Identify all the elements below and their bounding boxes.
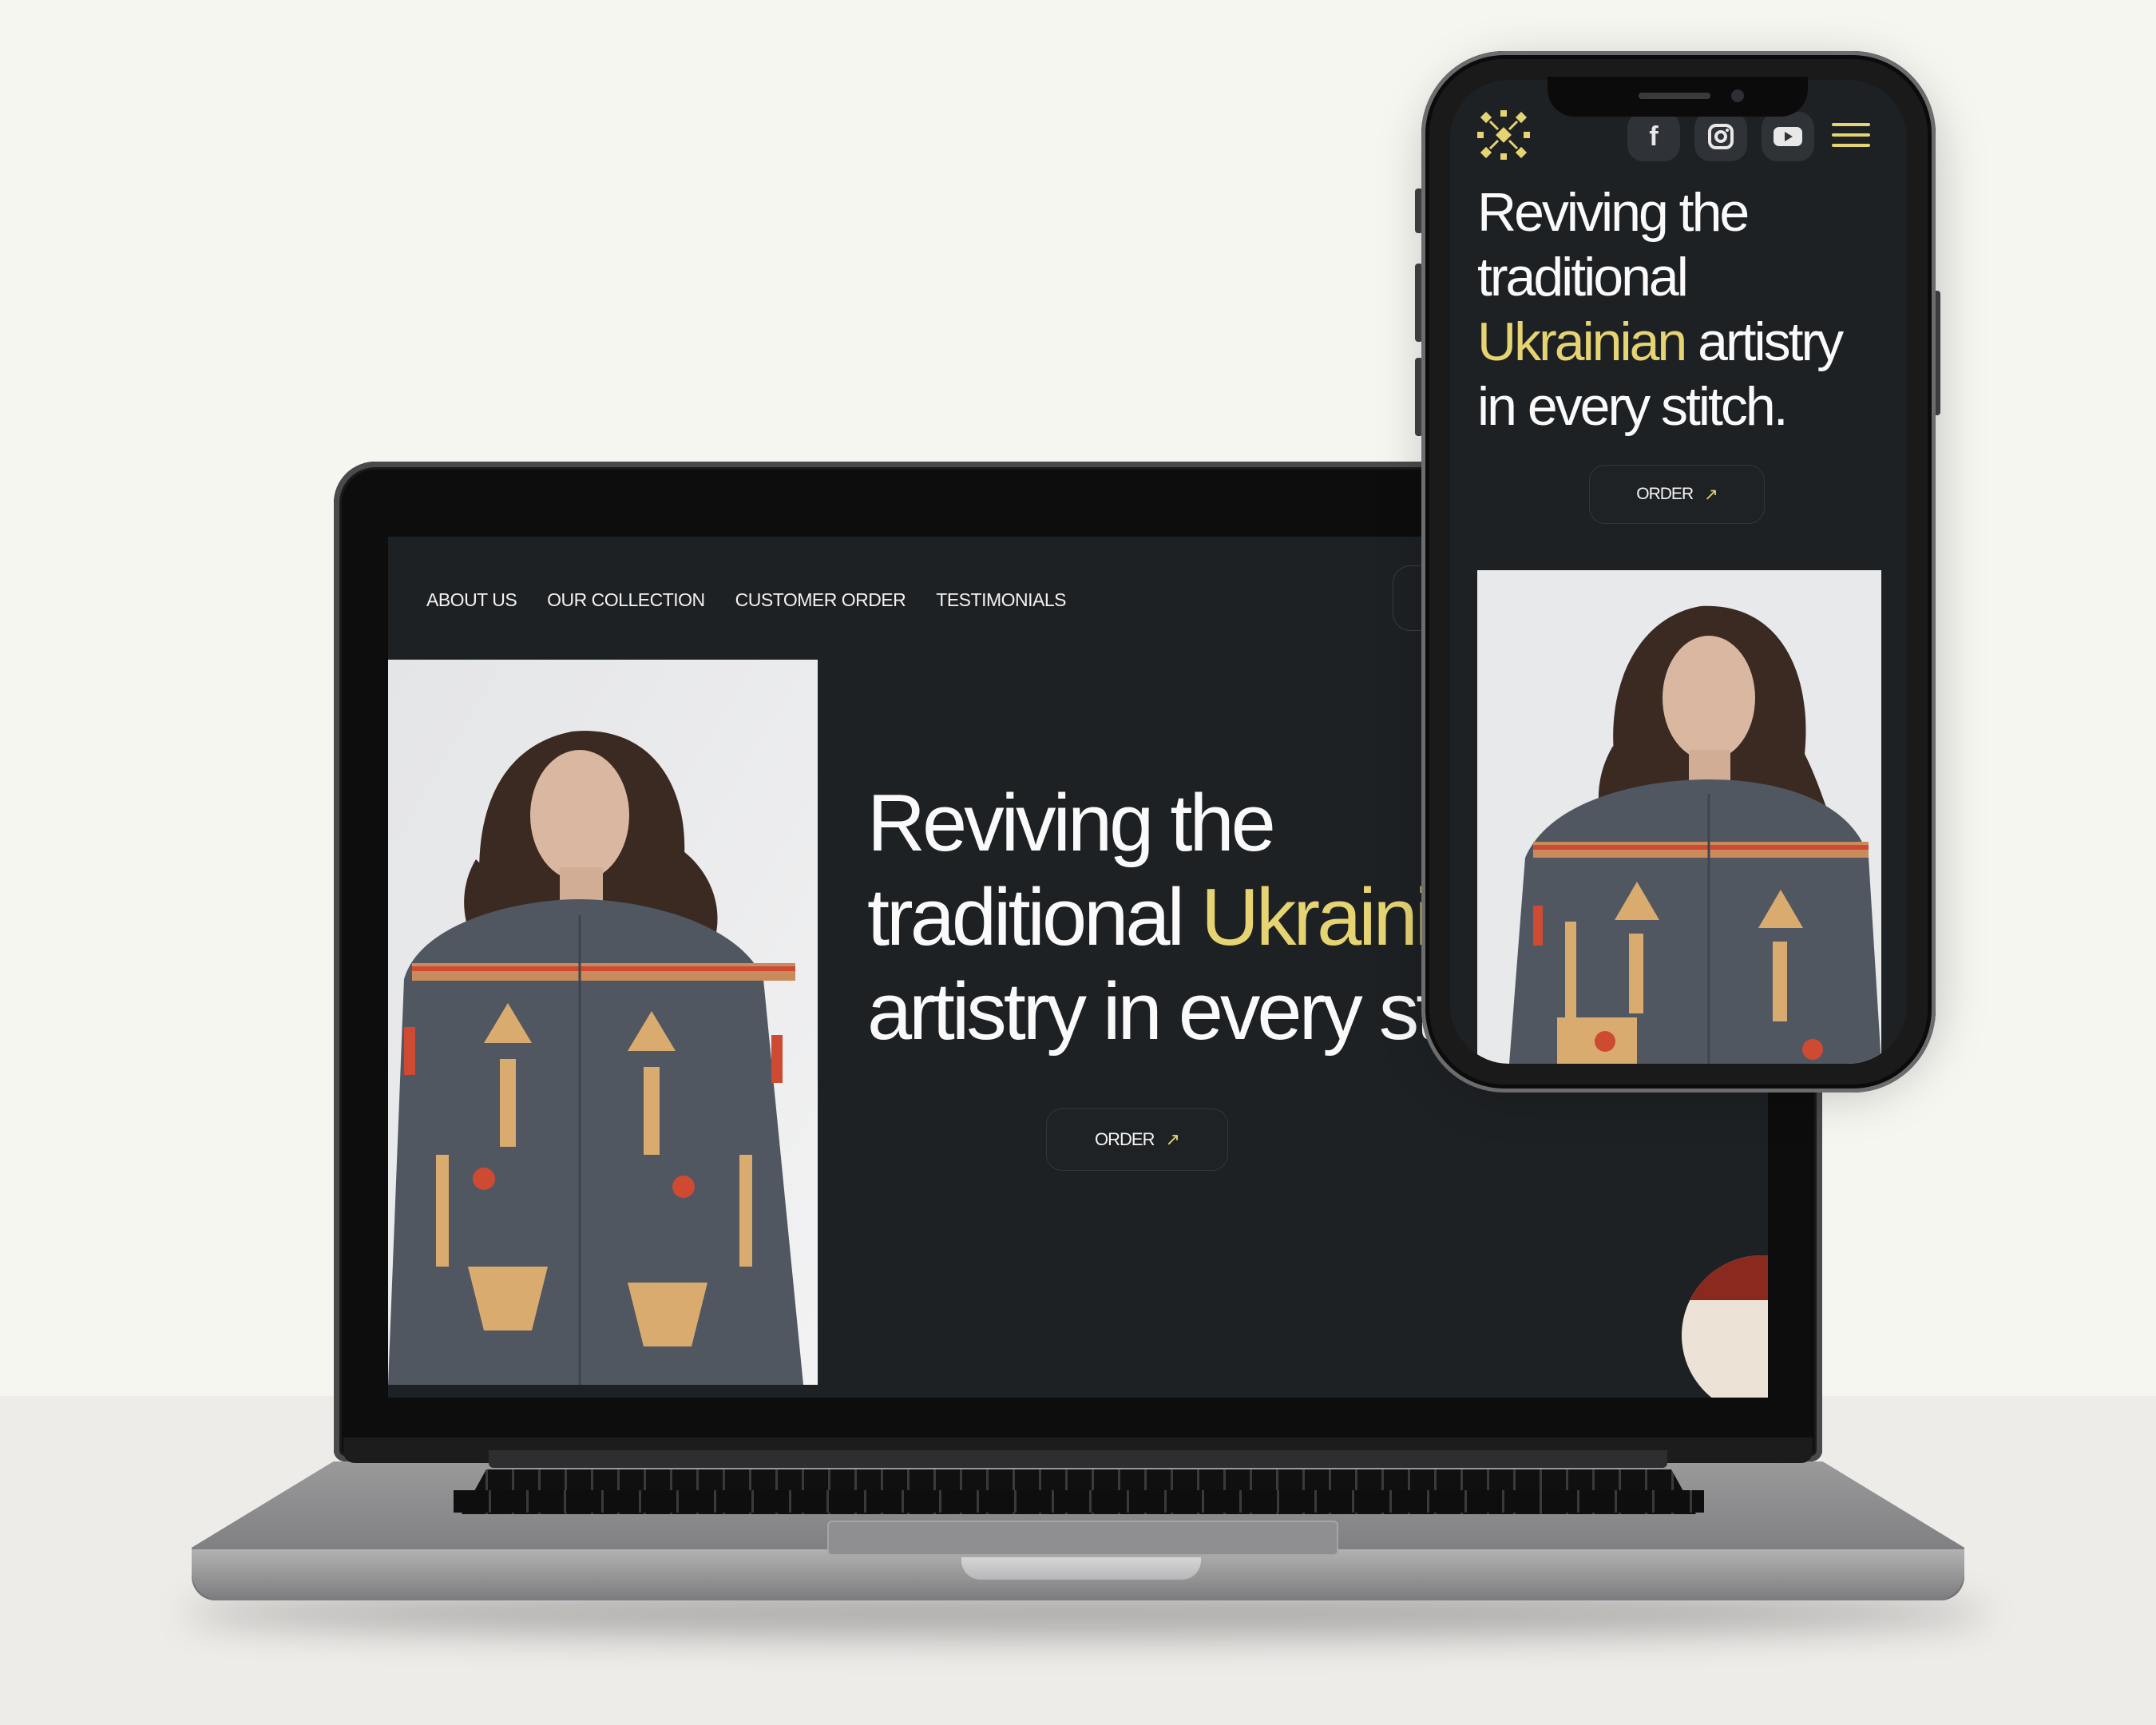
phone-speaker	[1639, 93, 1710, 99]
arrow-up-right-icon: ↗	[1165, 1129, 1180, 1149]
order-button-label: ORDER	[1095, 1129, 1155, 1149]
laptop-trackpad	[827, 1521, 1338, 1556]
mobile-site: f Reviving the traditional Ukrainian art…	[1450, 80, 1907, 1064]
headline-line-2: traditional	[1477, 247, 1689, 307]
arrow-up-right-icon: ↗	[1704, 485, 1718, 504]
model-in-embroidered-shirt-image	[388, 660, 818, 1385]
youtube-icon[interactable]	[1762, 112, 1814, 161]
laptop-keyboard-row	[454, 1490, 1704, 1513]
facebook-icon[interactable]: f	[1627, 112, 1680, 161]
desktop-order-button[interactable]: ORDER ↗	[1046, 1108, 1228, 1171]
headline-text: artistry	[1685, 311, 1844, 372]
nav-customer-order[interactable]: CUSTOMER ORDER	[735, 589, 906, 611]
ornament-logo-icon[interactable]	[1476, 109, 1532, 161]
headline-line-3: Ukrainian artistry	[1477, 310, 1892, 375]
order-button-label: ORDER	[1636, 485, 1694, 503]
laptop-lip	[961, 1557, 1201, 1580]
youtube-glyph	[1774, 127, 1802, 146]
headline-line-1: Reviving the	[1477, 182, 1750, 243]
mobile-order-button[interactable]: ORDER ↗	[1589, 465, 1765, 524]
facebook-glyph: f	[1649, 121, 1659, 152]
headline-text: traditional	[867, 873, 1201, 962]
nav-testimonials[interactable]: TESTIMONIALS	[936, 589, 1066, 611]
phone-camera-icon	[1731, 89, 1744, 102]
headline-line-4: in every stitch.	[1477, 376, 1789, 437]
desktop-nav: ABOUT US OUR COLLECTION CUSTOMER ORDER T…	[426, 589, 1066, 611]
mobile-hero-photo	[1477, 570, 1881, 1064]
model-in-embroidered-shirt-image	[1477, 570, 1881, 1064]
headline-accent-word: Ukrainian	[1477, 311, 1687, 372]
embroidery-thumbnail	[1682, 1255, 1768, 1398]
laptop-hinge	[489, 1450, 1667, 1468]
mobile-headline: Reviving the traditional Ukrainian artis…	[1477, 180, 1892, 439]
instagram-icon[interactable]	[1694, 112, 1747, 161]
nav-about-us[interactable]: ABOUT US	[426, 589, 517, 611]
hero-photo	[388, 660, 818, 1385]
hamburger-menu-icon[interactable]	[1832, 123, 1870, 147]
nav-our-collection[interactable]: OUR COLLECTION	[547, 589, 705, 611]
instagram-glyph	[1708, 124, 1734, 149]
